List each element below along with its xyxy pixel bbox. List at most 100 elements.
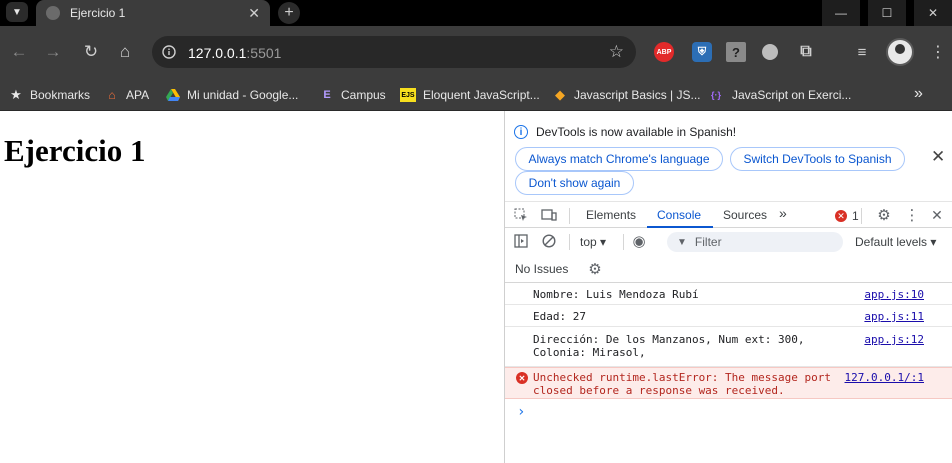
log-message: Edad: 27 <box>533 310 586 323</box>
filter-placeholder: Filter <box>694 235 722 249</box>
log-source-link[interactable]: app.js:12 <box>864 333 924 346</box>
switch-to-spanish-button[interactable]: Switch DevTools to Spanish <box>730 147 905 171</box>
bookmark-item[interactable]: E Campus <box>320 87 386 103</box>
error-icon: ✕ <box>516 372 528 384</box>
reload-button[interactable]: ↻ <box>80 41 102 63</box>
url-host: 127.0.0.1 <box>188 45 247 61</box>
info-icon: i <box>514 125 528 139</box>
issues-label: No Issues <box>515 262 569 276</box>
device-toolbar-icon[interactable] <box>541 207 557 223</box>
divider <box>569 234 570 250</box>
bookmark-label: APA <box>126 88 150 102</box>
clear-console-icon[interactable] <box>541 233 557 249</box>
infobar-message: DevTools is now available in Spanish! <box>536 125 737 139</box>
tab-title: Ejercicio 1 <box>70 6 126 20</box>
console-log-row: Edad: 27 app.js:11 <box>505 305 952 327</box>
google-drive-icon <box>166 88 180 102</box>
console-log-row: Dirección: De los Manzanos, Num ext: 300… <box>505 327 952 367</box>
tab-sources[interactable]: Sources <box>723 208 767 222</box>
url-port: :5501 <box>246 45 282 61</box>
log-message: Nombre: Luis Mendoza Rubí <box>533 288 699 301</box>
browser-tab[interactable]: Ejercicio 1 ✕ <box>36 0 270 26</box>
error-count: 1 <box>852 209 859 223</box>
filter-icon: ▼ <box>677 236 687 248</box>
help-extension-icon[interactable]: ? <box>726 42 746 62</box>
dont-show-again-button[interactable]: Don't show again <box>515 171 634 195</box>
console-error-row: ✕ Unchecked runtime.lastError: The messa… <box>505 367 952 399</box>
window-close-button[interactable]: ✕ <box>914 0 952 26</box>
star-icon: ★ <box>10 87 22 102</box>
campus-icon: E <box>323 89 331 101</box>
bookmarks-bar: ★ Bookmarks ⌂ APA Mi unidad - Google... … <box>0 78 952 111</box>
bookmark-item[interactable]: {·} JavaScript on Exerci... <box>707 87 851 103</box>
tab-elements[interactable]: Elements <box>586 208 636 222</box>
bookmark-label: Bookmarks <box>30 88 91 102</box>
eye-icon[interactable]: ◉ <box>631 233 647 250</box>
diamond-icon: ◆ <box>555 87 565 102</box>
tab-search-button[interactable]: ▼ <box>6 2 28 22</box>
devtools-menu-icon[interactable]: ⋮ <box>904 207 920 224</box>
page-heading: Ejercicio 1 <box>4 133 146 168</box>
error-icon: ✕ <box>835 210 847 222</box>
log-source-link[interactable]: app.js:10 <box>864 288 924 301</box>
url-text: 127.0.0.1:5501 <box>188 45 281 61</box>
chrome-menu-icon[interactable]: ⋮ <box>930 42 946 62</box>
adblock-plus-icon[interactable]: ABP <box>654 42 674 62</box>
divider <box>623 234 624 250</box>
extensions-puzzle-icon[interactable]: ⧉ <box>796 42 816 62</box>
devtools-close-icon[interactable]: ✕ <box>929 207 945 223</box>
devtools-language-infobar: i DevTools is now available in Spanish! … <box>505 111 952 201</box>
console-settings-gear-icon[interactable]: ⚙ <box>587 261 603 278</box>
bookmark-star-icon[interactable]: ☆ <box>609 42 624 62</box>
sidebar-toggle-icon[interactable] <box>513 233 529 249</box>
media-controls-icon[interactable]: ≡ <box>852 42 872 62</box>
circle-extension-icon[interactable] <box>762 44 778 60</box>
console-filter-input[interactable]: ▼ Filter <box>667 232 843 252</box>
back-button[interactable]: ← <box>8 41 30 63</box>
more-tabs-icon[interactable]: » <box>779 205 787 221</box>
bookmark-label: Campus <box>341 88 386 102</box>
console-prompt-input[interactable]: › <box>517 404 525 420</box>
log-source-link[interactable]: app.js:11 <box>864 310 924 323</box>
console-toolbar: top ▾ ◉ ▼ Filter Default levels ▾ <box>505 228 952 255</box>
apa-icon: ⌂ <box>108 88 116 102</box>
log-message: Dirección: De los Manzanos, Num ext: 300… <box>533 333 805 359</box>
address-bar[interactable]: 127.0.0.1:5501 ☆ <box>152 36 636 68</box>
error-count-badge[interactable]: ✕ 1 <box>835 209 859 223</box>
site-info-icon[interactable] <box>162 45 176 59</box>
tab-close-icon[interactable]: ✕ <box>248 5 260 22</box>
page-viewport: Ejercicio 1 <box>0 111 504 463</box>
bookmark-label: Eloquent JavaScript... <box>423 88 540 102</box>
shield-extension-icon[interactable]: ⛨ <box>692 42 712 62</box>
always-match-language-button[interactable]: Always match Chrome's language <box>515 147 723 171</box>
settings-gear-icon[interactable]: ⚙ <box>876 207 892 224</box>
new-tab-button[interactable]: + <box>278 2 300 24</box>
bookmark-item[interactable]: Mi unidad - Google... <box>166 87 298 103</box>
forward-button[interactable]: → <box>42 41 64 63</box>
globe-icon <box>46 6 60 20</box>
home-button[interactable]: ⌂ <box>114 41 136 63</box>
ejs-icon: EJS <box>400 88 416 102</box>
devtools-tab-bar: Elements Console Sources » ✕ 1 ⚙ ⋮ ✕ <box>505 201 952 228</box>
error-message: Unchecked runtime.lastError: The message… <box>533 371 832 397</box>
divider <box>569 208 570 224</box>
error-source-link[interactable]: 127.0.0.1/:1 <box>845 371 924 384</box>
bookmarks-overflow-button[interactable]: » <box>914 85 923 103</box>
minimize-button[interactable]: — <box>822 0 860 26</box>
context-selector[interactable]: top ▾ <box>580 235 606 249</box>
infobar-close-icon[interactable]: ✕ <box>931 147 945 167</box>
browser-toolbar: ← → ↻ ⌂ 127.0.0.1:5501 ☆ ABP ⛨ ? ⧉ ≡ ⋮ <box>0 26 952 78</box>
tab-console[interactable]: Console <box>657 208 701 222</box>
bookmark-item[interactable]: ★ Bookmarks <box>9 87 90 103</box>
chevron-down-icon: ▼ <box>12 6 22 18</box>
maximize-button[interactable]: ☐ <box>868 0 906 26</box>
profile-avatar[interactable] <box>886 38 914 66</box>
log-levels-dropdown[interactable]: Default levels ▾ <box>855 235 936 249</box>
tab-strip: ▼ Ejercicio 1 ✕ + — ☐ ✕ <box>0 0 952 26</box>
exercism-icon: {·} <box>710 90 721 100</box>
bookmark-label: JavaScript on Exerci... <box>732 88 852 102</box>
bookmark-item[interactable]: EJS Eloquent JavaScript... <box>400 87 540 103</box>
inspect-element-icon[interactable] <box>513 207 529 223</box>
bookmark-item[interactable]: ◆ Javascript Basics | JS... <box>553 87 701 103</box>
bookmark-item[interactable]: ⌂ APA <box>105 87 149 103</box>
